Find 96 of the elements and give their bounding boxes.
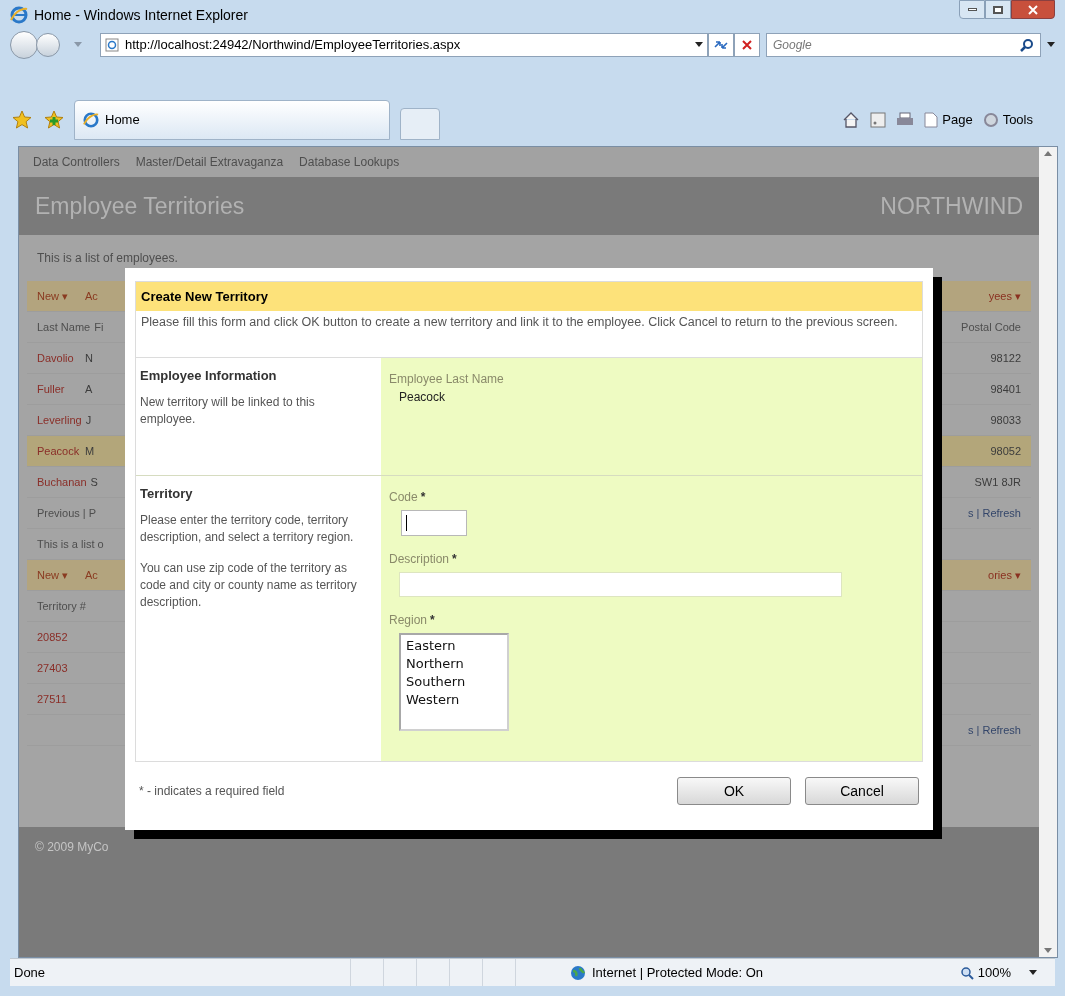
scroll-up-icon[interactable] bbox=[1044, 151, 1052, 156]
cancel-button[interactable]: Cancel bbox=[805, 777, 919, 805]
grid-text[interactable]: Fuller bbox=[37, 380, 81, 398]
grid-text[interactable]: Peacock bbox=[37, 442, 81, 460]
field-label: Code * bbox=[389, 489, 427, 506]
grid-text[interactable]: 27511 bbox=[37, 690, 81, 708]
list-option[interactable]: Northern bbox=[404, 655, 507, 673]
search-field[interactable]: Google bbox=[766, 33, 1041, 57]
grid-text: 98033 bbox=[990, 412, 1021, 428]
grid-text: S bbox=[90, 474, 98, 490]
window-title: Home - Windows Internet Explorer bbox=[34, 5, 248, 25]
command-button[interactable]: Tools bbox=[982, 110, 1033, 130]
grid-text[interactable]: 20852 bbox=[37, 628, 81, 646]
grid-text: J bbox=[85, 412, 92, 428]
home-icon[interactable] bbox=[842, 111, 861, 129]
ok-button[interactable]: OK bbox=[677, 777, 791, 805]
search-icon[interactable] bbox=[1020, 38, 1034, 52]
grid-text[interactable]: 27403 bbox=[37, 659, 81, 677]
footer-text: © 2009 MyCo bbox=[35, 840, 109, 854]
grid-text: M bbox=[85, 443, 95, 459]
section-note: New territory will be linked to this employee. bbox=[140, 393, 316, 428]
grid-text[interactable]: s | Refresh bbox=[968, 721, 1021, 739]
grid-text: Fi bbox=[94, 319, 104, 335]
field-value: Peacock bbox=[399, 389, 447, 406]
maximize-button[interactable] bbox=[985, 0, 1011, 19]
section-note: Please enter the territory code, territory description, and select a territory region. bbox=[140, 511, 355, 546]
caret-icon bbox=[1029, 969, 1037, 976]
toolbar-item[interactable]: yees ▾ bbox=[988, 287, 1021, 305]
browser-logo-icon bbox=[83, 112, 99, 128]
toolbar-item[interactable]: ories ▾ bbox=[988, 566, 1021, 584]
grid-text: 98052 bbox=[990, 443, 1021, 459]
grid-text[interactable]: Leverling bbox=[37, 411, 82, 429]
required-note: * - indicates a required field bbox=[139, 783, 285, 800]
list-option[interactable]: Western bbox=[404, 691, 507, 709]
printer-icon[interactable] bbox=[896, 112, 915, 128]
grid-text: 98122 bbox=[990, 350, 1021, 366]
section-heading: Employee Information bbox=[140, 367, 278, 385]
grid-text[interactable]: Buchanan bbox=[37, 473, 87, 491]
zoom-icon bbox=[959, 965, 974, 980]
field-label: Region * bbox=[389, 612, 436, 629]
page-icon bbox=[924, 112, 939, 128]
scroll-down-icon[interactable] bbox=[1044, 948, 1052, 953]
refresh-button[interactable] bbox=[708, 33, 734, 57]
zoom-control[interactable]: 100% bbox=[959, 962, 1037, 983]
grid-text: Territory # bbox=[37, 598, 86, 614]
nav-link[interactable]: Data Controllers bbox=[33, 153, 120, 171]
toolbar-item[interactable]: New ▾ bbox=[37, 287, 81, 305]
grid-text: N bbox=[85, 350, 93, 366]
code-field[interactable] bbox=[401, 510, 467, 536]
page-icon bbox=[105, 38, 119, 52]
grid-text: Postal Code bbox=[961, 319, 1021, 335]
command-button[interactable]: Page bbox=[924, 110, 973, 130]
description-field[interactable] bbox=[399, 572, 842, 597]
browser-tab[interactable]: Home bbox=[74, 100, 390, 140]
caret-icon[interactable] bbox=[1047, 42, 1055, 48]
grid-text[interactable]: Davolio bbox=[37, 349, 81, 367]
brand-name: NORTHWIND bbox=[880, 191, 1023, 221]
close-icon bbox=[1028, 4, 1038, 15]
grid-text: Previous | P bbox=[37, 505, 97, 521]
nav-link[interactable]: Database Lookups bbox=[299, 153, 400, 171]
star-icon[interactable] bbox=[12, 110, 32, 130]
grid-text: A bbox=[85, 381, 93, 397]
stop-button[interactable] bbox=[734, 33, 760, 57]
field-label: Description * bbox=[389, 551, 458, 568]
globe-icon bbox=[570, 964, 586, 981]
grid-text: 98401 bbox=[990, 381, 1021, 397]
stop-icon bbox=[741, 39, 753, 51]
toolbar-item[interactable]: New ▾ bbox=[37, 566, 81, 584]
list-option[interactable]: Eastern bbox=[404, 637, 507, 655]
intro-text: This is a list of employees. bbox=[36, 250, 179, 267]
add-star-icon[interactable] bbox=[44, 110, 64, 130]
back-button[interactable] bbox=[10, 31, 38, 59]
browser-logo-icon bbox=[10, 6, 28, 24]
page-title: Employee Territories bbox=[35, 191, 245, 221]
forward-button[interactable] bbox=[36, 33, 60, 57]
field-label: Employee Last Name bbox=[389, 371, 505, 388]
toolbar-item[interactable]: Ac bbox=[85, 287, 98, 305]
toolbar-item[interactable]: Ac bbox=[85, 566, 98, 584]
dialog-title: Create New Territory bbox=[136, 282, 922, 311]
grid-text: Last Name bbox=[37, 319, 91, 335]
grid-text[interactable]: s | Refresh bbox=[968, 504, 1021, 522]
section-note: You can use zip code of the territory as code and city or county name as territory description. bbox=[140, 559, 358, 611]
nav-link[interactable]: Master/Detail Extravaganza bbox=[135, 153, 284, 171]
security-zone[interactable]: Internet | Protected Mode: On bbox=[592, 962, 764, 983]
region-listbox[interactable]: Eastern Northern Southern Western bbox=[399, 633, 509, 731]
feed-icon[interactable] bbox=[870, 112, 887, 128]
list-option[interactable]: Southern bbox=[404, 673, 507, 691]
refresh-icon bbox=[713, 39, 729, 51]
address-field[interactable]: http://localhost:24942/Northwind/EmployeeTerritories.aspx bbox=[100, 33, 708, 57]
grid-text: SW1 8JR bbox=[974, 474, 1021, 490]
minimize-button[interactable] bbox=[959, 0, 985, 19]
close-button[interactable] bbox=[1011, 0, 1055, 19]
section-heading: Territory bbox=[140, 485, 194, 503]
grid-text: This is a list o bbox=[37, 536, 104, 552]
status-text: Done bbox=[13, 963, 47, 982]
caret-icon[interactable] bbox=[695, 42, 703, 48]
